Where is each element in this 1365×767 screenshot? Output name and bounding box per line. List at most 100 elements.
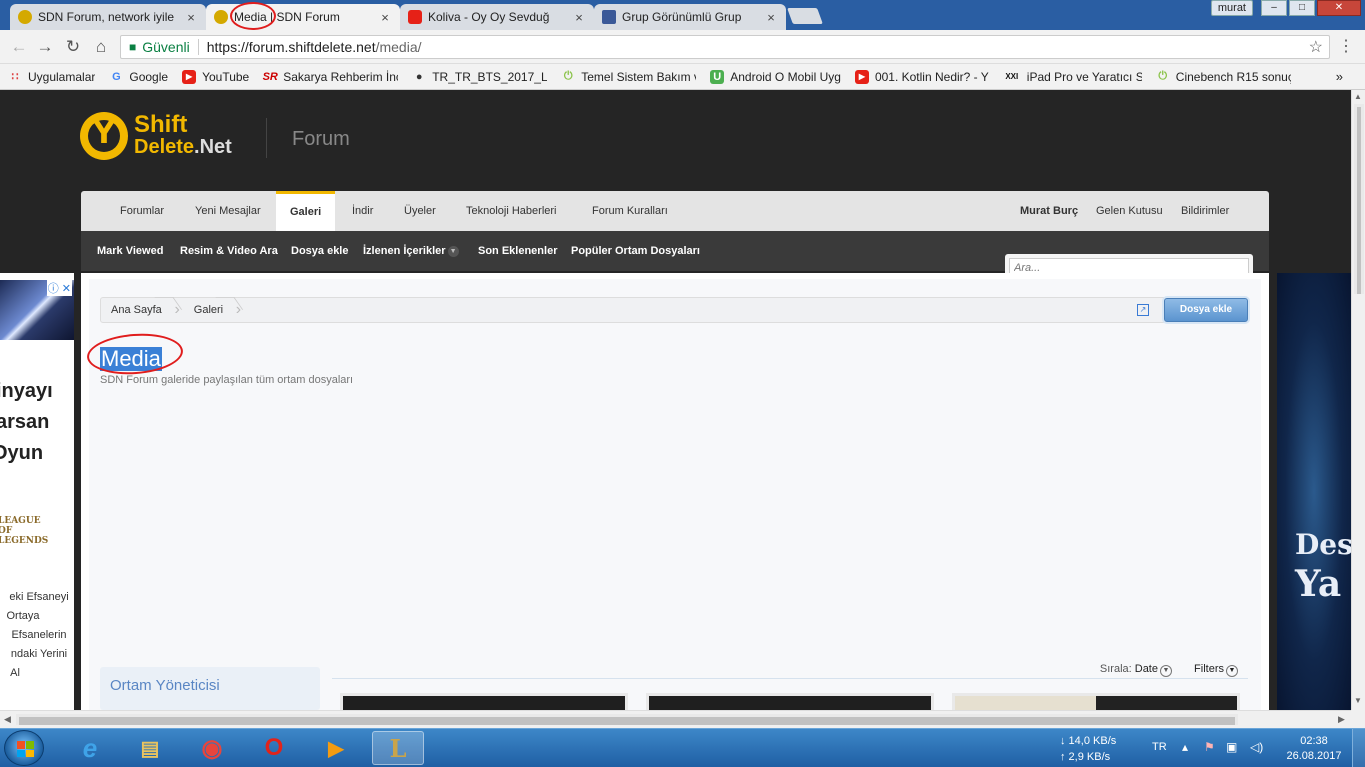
vertical-scroll-thumb[interactable] [1354,104,1364,294]
nav-indir[interactable]: İndir [352,191,373,231]
nav-galeri[interactable]: Galeri [276,191,336,231]
media-manager-title: Ortam Yöneticisi [100,667,320,710]
red-annotation-circle [230,2,276,30]
language-indicator[interactable]: TR [1152,741,1167,753]
chrome-menu-icon[interactable]: ⋮ [1338,36,1354,56]
bookmark-apps[interactable]: ∷ Uygulamalar [8,70,96,84]
reload-icon[interactable]: ↻ [62,36,84,58]
ad-headline-line: arsan [0,411,50,433]
url-text: https://forum.shiftdelete.net/media/ [206,39,422,55]
scroll-right-icon[interactable]: ▶ [1338,714,1345,725]
media-player-taskbar-icon[interactable]: ▶ [310,731,362,765]
ad-headline-line: inyayı [0,380,53,402]
bookmark-sakarya[interactable]: SR Sakarya Rehberim İnç [262,70,399,84]
browser-tab[interactable]: SDN Forum, network iyile × [10,4,206,30]
subnav-latest[interactable]: Son Eklenenler [478,231,557,271]
sr-icon: SR [262,70,278,83]
more-bookmarks-icon[interactable]: » [1336,69,1343,84]
nav-user[interactable]: Murat Burç [1020,191,1078,231]
minimize-button[interactable]: – [1261,0,1287,16]
red-annotation-circle [85,330,185,378]
chrome-taskbar-icon[interactable]: ◉ [186,731,238,765]
nav-notifications[interactable]: Bildirimler [1181,191,1229,231]
bookmark-youtube[interactable]: ▶ YouTube [182,69,249,84]
subnav-watched-content[interactable]: İzlenen İçerikler ▼ [363,231,459,271]
add-media-button[interactable]: Dosya ekle [1164,298,1248,322]
browser-toolbar: ← → ↻ ⌂ ■ Güvenli https://forum.shiftdel… [0,30,1365,64]
right-advertisement[interactable]: Des Ya [1277,273,1351,710]
ie-taskbar-icon[interactable]: e [64,731,116,765]
new-tab-button[interactable] [787,8,823,24]
close-tab-icon[interactable]: × [378,10,392,25]
scroll-down-icon[interactable]: ▼ [1354,696,1362,705]
media-thumbnail[interactable] [952,693,1240,710]
external-link-icon[interactable]: ↗ [1137,304,1149,316]
explorer-taskbar-icon[interactable]: ▤ [124,731,176,765]
upload-speed: ↑ 2,9 KB/s [1060,751,1111,763]
nav-forumlar[interactable]: Forumlar [120,191,164,231]
system-clock[interactable]: 02:38 26.08.2017 [1282,734,1346,764]
google-icon: G [112,70,121,83]
breadcrumb-gallery[interactable]: Galeri › [184,298,245,322]
subnav-add-file[interactable]: Dosya ekle [291,231,348,271]
ad-text-line: Al [10,667,20,679]
back-icon[interactable]: ← [8,36,30,58]
bookmark-apple[interactable]: ●TR_TR_BTS_2017_Lon [412,70,547,84]
bookmark-google[interactable]: G Google [109,70,168,84]
close-tab-icon[interactable]: × [184,10,198,25]
browser-tab[interactable]: Grup Görünümlü Grup × [594,4,786,30]
chevron-down-icon[interactable]: ▼ [1226,665,1238,677]
volume-icon[interactable]: ◁) [1250,740,1263,754]
maximize-button[interactable]: □ [1289,0,1315,16]
nav-teknoloji-haberleri[interactable]: Teknoloji Haberleri [466,191,557,231]
horizontal-scroll-thumb[interactable] [16,714,1238,725]
bookmark-star-icon[interactable]: ☆ [1309,37,1323,57]
filters-control[interactable]: Filters ▼ [1194,663,1238,677]
league-of-legends-logo: LEAGUE OF LEGENDS [0,516,49,546]
home-icon[interactable]: ⌂ [90,36,112,58]
vertical-scrollbar[interactable]: ▲ ▼ [1351,90,1365,710]
action-center-icon[interactable]: ⚑ [1204,740,1215,754]
nav-forum-kurallari[interactable]: Forum Kuralları [592,191,668,231]
network-icon[interactable]: ▣ [1226,740,1237,754]
breadcrumb-home[interactable]: Ana Sayfa › [101,298,184,322]
close-tab-icon[interactable]: × [572,10,586,25]
opera-taskbar-icon[interactable]: O [248,731,300,765]
chevron-down-icon[interactable]: ▼ [447,245,459,257]
start-button[interactable] [4,730,44,766]
scroll-up-icon[interactable]: ▲ [1354,92,1362,101]
bookmark-android[interactable]: U Android O Mobil Uyg [710,69,841,84]
bookmark-temel-sistem[interactable]: ⏻ Temel Sistem Bakım v [561,70,696,84]
browser-tab[interactable]: Koliva - Oy Oy Sevduğ × [400,4,594,30]
subnav-mark-viewed[interactable]: Mark Viewed [97,231,163,271]
show-hidden-icons-icon[interactable]: ▴ [1182,740,1188,754]
nav-yeni-mesajlar[interactable]: Yeni Mesajlar [195,191,261,231]
security-label: Güvenli [142,39,190,55]
nav-uyeler[interactable]: Üyeler [404,191,436,231]
media-thumbnail[interactable] [340,693,628,710]
subnav-popular-media[interactable]: Popüler Ortam Dosyaları [571,231,700,271]
sort-control[interactable]: Sırala: Date ▼ [1100,663,1172,677]
show-desktop-button[interactable] [1352,729,1365,767]
nav-inbox[interactable]: Gelen Kutusu [1096,191,1163,231]
clock-time: 02:38 [1300,735,1328,747]
close-window-button[interactable]: ✕ [1317,0,1361,16]
close-tab-icon[interactable]: × [764,10,778,25]
subnav-search-media[interactable]: Resim & Video Ara [180,231,278,271]
windows-logo-icon [17,741,34,757]
chevron-down-icon[interactable]: ▼ [1160,665,1172,677]
left-advertisement[interactable]: ⓘ ✕ inyayı arsan Oyun LEAGUE OF LEGENDS … [0,273,74,710]
bookmark-kotlin[interactable]: ▶ 001. Kotlin Nedir? - Y [854,69,989,84]
league-taskbar-icon[interactable]: L [372,731,424,765]
ad-choices-icon[interactable]: ⓘ ✕ [46,280,72,296]
horizontal-scrollbar[interactable]: ◀ ▶ [0,710,1351,728]
bookmark-ipad[interactable]: XXI iPad Pro ve Yaratıcı S [1003,70,1141,84]
forward-icon[interactable]: → [34,36,56,58]
main-navigation: Forumlar Yeni Mesajlar Galeri İndir Üyel… [81,191,1269,231]
profile-button[interactable]: murat [1210,0,1253,16]
scroll-left-icon[interactable]: ◀ [4,714,11,725]
site-logo[interactable]: Shift Delete.Net [80,112,232,160]
media-thumbnail[interactable] [646,693,934,710]
address-bar[interactable]: ■ Güvenli https://forum.shiftdelete.net/… [120,35,1330,59]
bookmark-cinebench[interactable]: ⏻ Cinebench R15 sonuç [1156,70,1290,84]
